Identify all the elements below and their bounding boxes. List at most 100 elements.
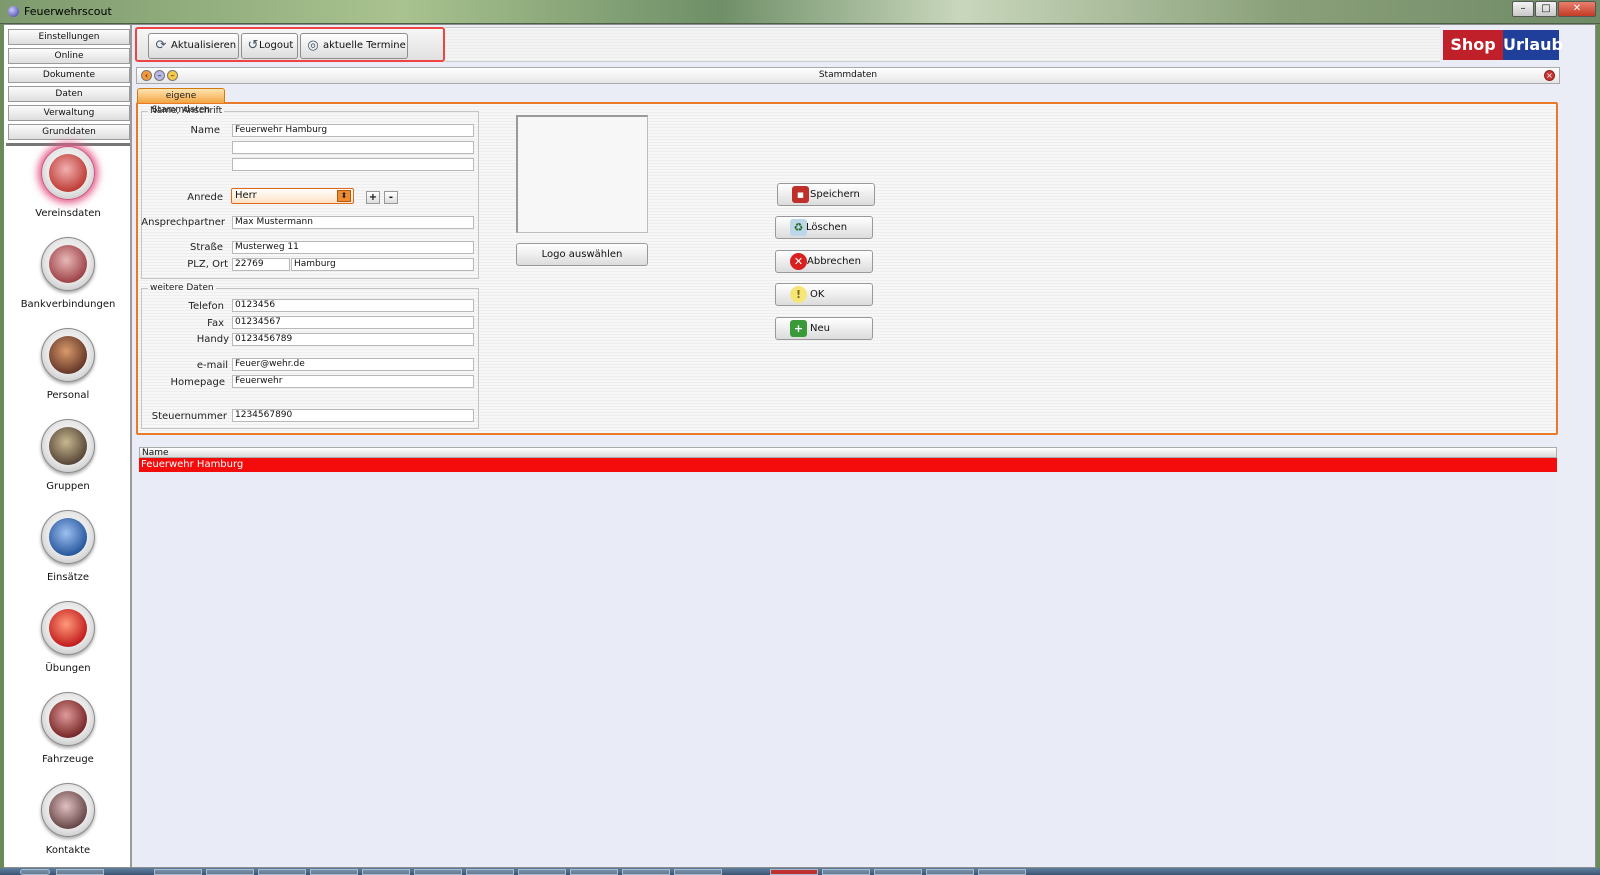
salutation-select[interactable]: Herr ⬍ — [231, 188, 354, 204]
taxno-label: Steuernummer — [151, 411, 227, 422]
nav-vereinsdaten[interactable]: Vereinsdaten — [4, 146, 132, 219]
mobile-field[interactable]: 0123456789 — [232, 333, 474, 346]
email-field[interactable]: Feuer@wehr.de — [232, 358, 474, 371]
window-titlebar: Feuerwehrscout – □ ✕ — [0, 0, 1600, 24]
logo-part-urlaub: Urlaub — [1503, 30, 1563, 60]
logout-icon: ↺ — [247, 38, 259, 53]
taskbar-item[interactable] — [978, 869, 1026, 875]
taskbar-item[interactable] — [822, 869, 870, 875]
city-field[interactable]: Hamburg — [291, 258, 474, 271]
minimize-button[interactable]: – — [1512, 1, 1534, 17]
sidebar: Einstellungen Online Dokumente Daten Ver… — [4, 25, 132, 867]
recycle-bin-icon: ♻ — [790, 219, 807, 236]
taskbar-item[interactable] — [926, 869, 974, 875]
nav-label: Übungen — [45, 663, 91, 674]
taskbar-item[interactable] — [674, 869, 722, 875]
table-row[interactable]: Feuerwehr Hamburg — [139, 458, 1557, 472]
appointments-button[interactable]: ◎ aktuelle Termine — [300, 33, 408, 59]
cancel-x-icon: ✕ — [790, 253, 807, 270]
fax-field[interactable]: 01234567 — [232, 316, 474, 329]
nav-label: Gruppen — [46, 481, 90, 492]
section-legend: Name, Anschrift — [150, 106, 223, 116]
nav-bankverbindungen[interactable]: Bankverbindungen — [4, 237, 132, 310]
taskbar-item[interactable] — [466, 869, 514, 875]
taskbar-item[interactable] — [154, 869, 202, 875]
taskbar-item[interactable] — [622, 869, 670, 875]
tab-eigene-stammdaten[interactable]: eigene Stammdaten — [137, 88, 225, 115]
logo-part-shop: Shop — [1443, 30, 1503, 60]
new-label: Neu — [810, 323, 830, 334]
close-button[interactable]: ✕ — [1558, 1, 1596, 17]
menu-online[interactable]: Online — [8, 48, 130, 64]
menu-dokumente[interactable]: Dokumente — [8, 67, 130, 83]
list-header-name[interactable]: Name — [139, 447, 1557, 458]
shop-urlaub-logo[interactable]: Shop Urlaub — [1443, 30, 1563, 60]
remove-salutation-button[interactable]: - — [384, 191, 398, 204]
taskbar-item[interactable] — [362, 869, 410, 875]
nav-kontakte[interactable]: Kontakte — [4, 783, 132, 856]
cancel-button[interactable]: ✕ Abbrechen — [775, 250, 873, 273]
taskbar-item[interactable] — [570, 869, 618, 875]
phone-field[interactable]: 0123456 — [232, 299, 474, 312]
refresh-label: Aktualisieren — [171, 40, 237, 51]
name-field[interactable]: Feuerwehr Hamburg — [232, 124, 474, 137]
logout-button[interactable]: ↺ Logout — [241, 33, 298, 59]
firefighter-icon — [41, 328, 95, 382]
calendar-icon: ◎ — [307, 38, 319, 53]
ok-label: OK — [810, 289, 825, 300]
choose-logo-button[interactable]: Logo auswählen — [516, 243, 648, 266]
email-label: e-mail — [196, 360, 228, 371]
taskbar-item[interactable] — [56, 869, 104, 875]
taskbar-item[interactable] — [206, 869, 254, 875]
taskbar-item[interactable] — [874, 869, 922, 875]
nav-label: Kontakte — [45, 845, 91, 856]
add-salutation-button[interactable]: + — [366, 191, 380, 204]
window-title: Feuerwehrscout — [24, 5, 112, 18]
nav-label: Vereinsdaten — [35, 208, 101, 219]
nav-gruppen[interactable]: Gruppen — [4, 419, 132, 492]
taskbar-item[interactable] — [414, 869, 462, 875]
new-record-icon: + — [790, 320, 807, 337]
new-button[interactable]: + Neu — [775, 317, 873, 340]
start-button[interactable] — [20, 869, 50, 875]
inner-window-title: Stammdaten — [818, 70, 878, 80]
taskbar-item[interactable] — [258, 869, 306, 875]
refresh-icon: ⟳ — [155, 38, 167, 53]
street-field[interactable]: Musterweg 11 — [232, 241, 474, 254]
piggy-bank-icon — [41, 237, 95, 291]
nav-personal[interactable]: Personal — [4, 328, 132, 401]
nav-fahrzeuge[interactable]: Fahrzeuge — [4, 692, 132, 765]
inner-window-header: ‹ – – Stammdaten × — [136, 67, 1560, 84]
delete-label: Löschen — [806, 222, 848, 233]
close-inner-icon[interactable]: × — [1544, 70, 1555, 81]
menu-einstellungen[interactable]: Einstellungen — [8, 29, 130, 45]
nav-einsaetze[interactable]: Einsätze — [4, 510, 132, 583]
menu-verwaltung[interactable]: Verwaltung — [8, 105, 130, 121]
maximize-button[interactable]: □ — [1535, 1, 1557, 17]
name-label: Name — [190, 125, 220, 136]
menu-grunddaten[interactable]: Grunddaten — [8, 124, 130, 140]
fax-label: Fax — [207, 318, 224, 329]
taskbar-item-active[interactable] — [770, 869, 818, 875]
homepage-field[interactable]: Feuerwehr — [232, 375, 474, 388]
taskbar-item[interactable] — [518, 869, 566, 875]
floppy-disk-icon: ▪ — [792, 186, 809, 203]
name2-field[interactable] — [232, 141, 474, 154]
nav-uebungen[interactable]: Übungen — [4, 601, 132, 674]
contact-field[interactable]: Max Mustermann — [232, 216, 474, 229]
menu-daten[interactable]: Daten — [8, 86, 130, 102]
salutation-value: Herr — [235, 190, 257, 201]
name3-field[interactable] — [232, 158, 474, 171]
nav-label: Personal — [46, 390, 90, 401]
nav-label: Bankverbindungen — [20, 299, 116, 310]
appointments-label: aktuelle Termine — [323, 40, 406, 51]
refresh-button[interactable]: ⟳ Aktualisieren — [148, 33, 239, 59]
ok-button[interactable]: ! OK — [775, 283, 873, 306]
taskbar-item[interactable] — [310, 869, 358, 875]
delete-button[interactable]: ♻ Löschen — [775, 216, 873, 239]
taxno-field[interactable]: 1234567890 — [232, 409, 474, 422]
save-button[interactable]: ▪ Speichern — [777, 183, 875, 206]
zip-field[interactable]: 22769 — [232, 258, 290, 271]
toolbar: ⟳ Aktualisieren ↺ Logout ◎ aktuelle Term… — [135, 27, 445, 62]
zipcity-label: PLZ, Ort — [187, 259, 228, 270]
